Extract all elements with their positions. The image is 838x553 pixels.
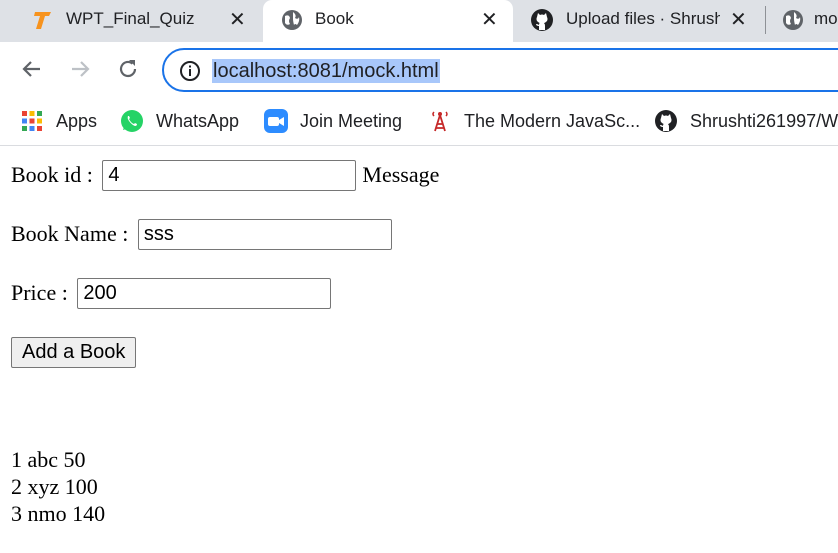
forward-arrow-icon [72,61,90,77]
bookmark-label: Join Meeting [300,110,403,131]
url-text[interactable]: localhost:8081/mock.html [212,59,440,83]
tab-mo[interactable]: mo [766,0,838,42]
tab-title: Upload files · Shrushti [566,9,720,28]
bookmark-shrushti-github[interactable]: Shrushti261997/W [654,106,838,136]
bookmark-label: WhatsApp [156,110,240,131]
bookmark-apps[interactable]: Apps [20,106,97,136]
add-book-button[interactable]: Add a Book [11,337,137,368]
info-icon[interactable] [178,59,202,88]
price-input[interactable] [77,277,332,309]
back-button[interactable] [18,55,46,83]
reload-button[interactable] [114,55,142,83]
browser-toolbar: localhost:8081/mock.html [0,42,838,98]
zoom-icon [264,109,288,133]
close-icon[interactable]: ✕ [481,7,498,32]
bookmarks-bar: Apps WhatsApp Join Meeting The Modern Ja… [0,98,838,146]
tab-title: WPT_Final_Quiz [66,9,195,28]
book-name-row: Book Name : [11,218,398,250]
bookmark-label: The Modern JavaSc... [464,110,641,131]
reload-icon [119,60,137,78]
tower-icon [428,109,452,133]
address-bar[interactable]: localhost:8081/mock.html [162,48,838,92]
globe-icon [281,9,303,36]
bookmark-label: Apps [56,110,98,131]
close-icon[interactable]: ✕ [229,7,246,32]
bookmark-modern-javascript[interactable]: The Modern JavaSc... [428,106,640,136]
github-icon [530,8,554,37]
message-text: Message [362,162,440,187]
book-name-input[interactable] [137,218,392,250]
bookmark-whatsapp[interactable]: WhatsApp [120,106,239,136]
globe-icon [782,9,804,36]
tab-strip: WPT_Final_Quiz ✕ Book ✕ Upload files · S… [0,0,838,42]
testbook-icon [30,8,54,37]
whatsapp-icon [120,109,144,133]
tab-book[interactable]: Book ✕ [263,0,513,42]
tab-title: Book [315,9,354,28]
tab-wpt-final-quiz[interactable]: WPT_Final_Quiz ✕ [0,0,262,42]
bookmark-join-meeting[interactable]: Join Meeting [264,106,402,136]
list-item: 1 abc 50 [11,447,86,472]
github-icon [654,109,678,133]
close-icon[interactable]: ✕ [730,7,747,32]
tab-upload-files[interactable]: Upload files · Shrushti ✕ [514,0,764,42]
price-row: Price : [11,277,337,309]
tab-title: mo [814,9,838,28]
book-name-label: Book Name : [11,221,134,246]
book-id-input[interactable] [102,159,357,191]
book-id-row: Book id : Message [11,159,439,191]
price-label: Price : [11,280,74,305]
list-item: 3 nmo 140 [11,501,106,526]
forward-button[interactable] [66,55,94,83]
bookmark-label: Shrushti261997/W [690,110,838,131]
list-item: 2 xyz 100 [11,474,98,499]
page-content: Book id : Message Book Name : Price : Ad… [0,147,838,553]
back-arrow-icon [22,61,40,77]
book-id-label: Book id : [11,162,99,187]
book-list: 1 abc 50 2 xyz 100 3 nmo 140 [11,446,105,527]
apps-grid-icon [20,109,44,133]
